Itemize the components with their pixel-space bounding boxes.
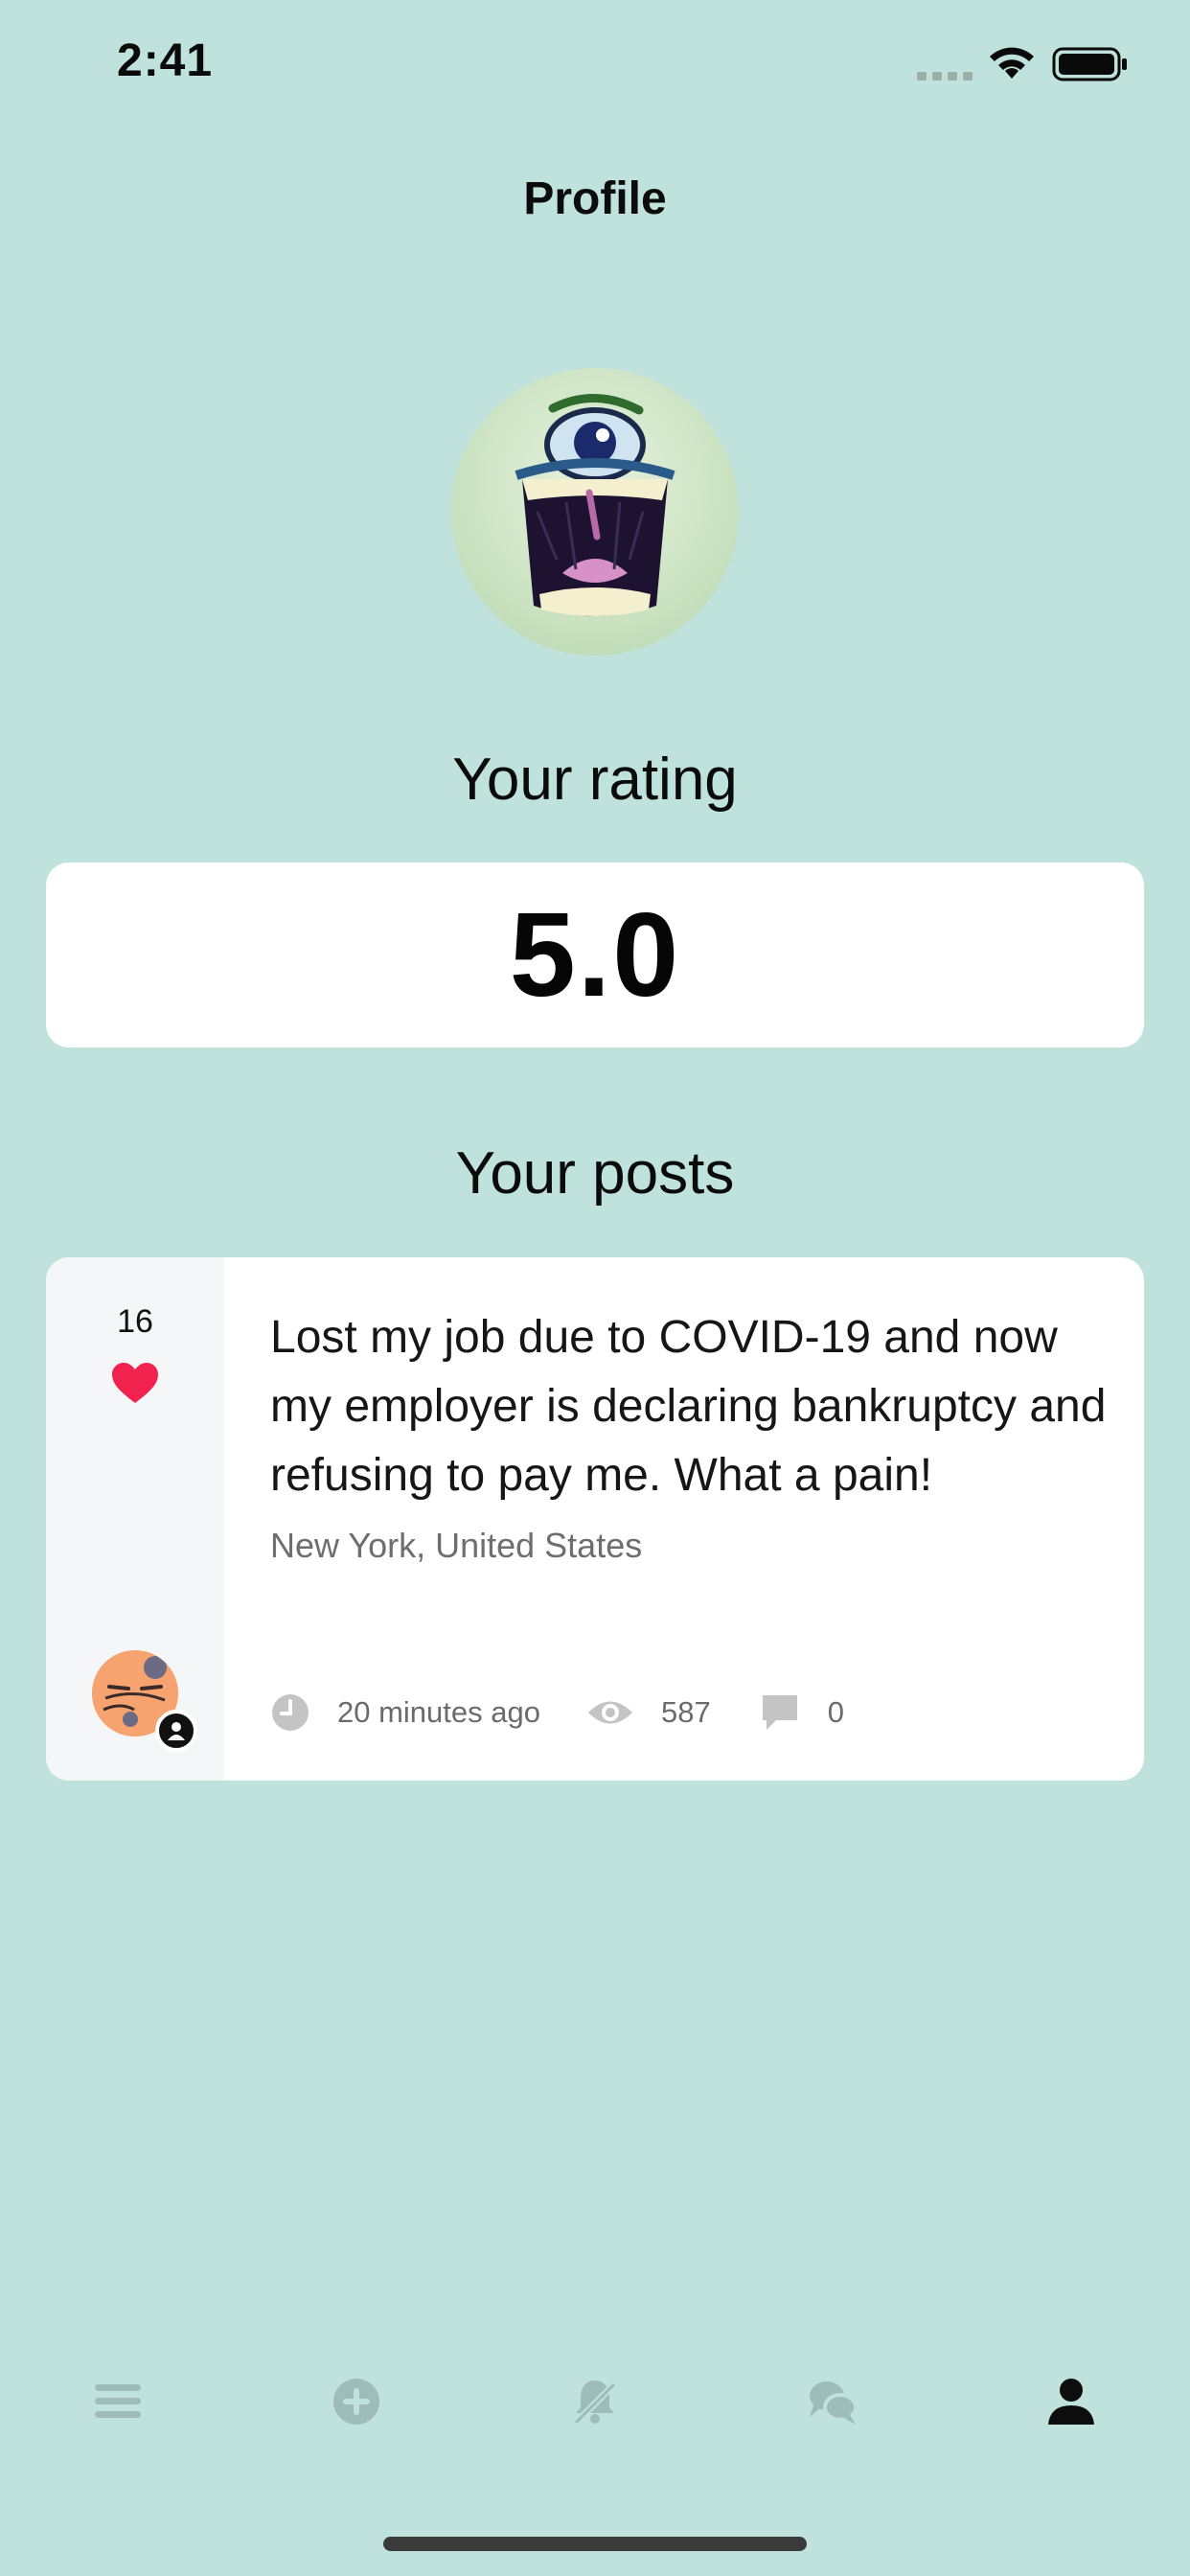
post-views: 587 [660,1695,711,1729]
monster-avatar-image [515,394,675,616]
clock-icon [272,1694,309,1731]
person-badge-icon [168,1722,185,1740]
chat-bubbles-icon [810,2381,858,2425]
tab-create[interactable] [318,2363,395,2440]
signal-dots-icon [917,72,973,80]
comment-icon [762,1695,797,1730]
profile-avatar[interactable] [451,368,739,656]
page-title: Profile [523,173,667,224]
person-icon [1048,2379,1094,2425]
post-text: Lost my job due to COVID-19 and now my e… [270,1312,1107,1501]
like-count: 16 [117,1303,153,1340]
post-time: 20 minutes ago [337,1695,540,1729]
eye-icon [587,1701,632,1724]
rating-value: 5.0 [509,888,681,1022]
status-time: 2:41 [117,35,214,86]
rating-card: 5.0 [46,862,1144,1047]
author-badge [155,1710,197,1752]
home-indicator[interactable] [383,2537,807,2551]
bell-off-icon [573,2380,617,2426]
posts-title: Your posts [455,1140,735,1207]
heart-icon[interactable] [110,1361,160,1405]
post-body: Lost my job due to COVID-19 and now my e… [270,1303,1113,1566]
battery-icon [1052,47,1127,81]
add-circle-icon [333,2379,379,2425]
post-card[interactable]: 16 Lost my job due to COVID-19 and now m… [46,1257,1144,1781]
post-location: New York, United States [270,1526,643,1565]
tab-chat[interactable] [794,2363,871,2440]
tab-notifications[interactable] [557,2363,633,2440]
menu-icon [95,2384,141,2418]
post-meta: 20 minutes ago 587 0 [270,1690,844,1735]
tab-profile[interactable] [1033,2363,1110,2440]
tab-bar [0,2363,1190,2440]
status-bar: 2:41 [0,0,1190,134]
rating-title: Your rating [452,747,738,813]
tab-feed[interactable] [80,2363,156,2440]
post-comments: 0 [827,1695,844,1729]
post-side-panel: 16 [46,1257,224,1781]
wifi-icon [990,47,1034,79]
